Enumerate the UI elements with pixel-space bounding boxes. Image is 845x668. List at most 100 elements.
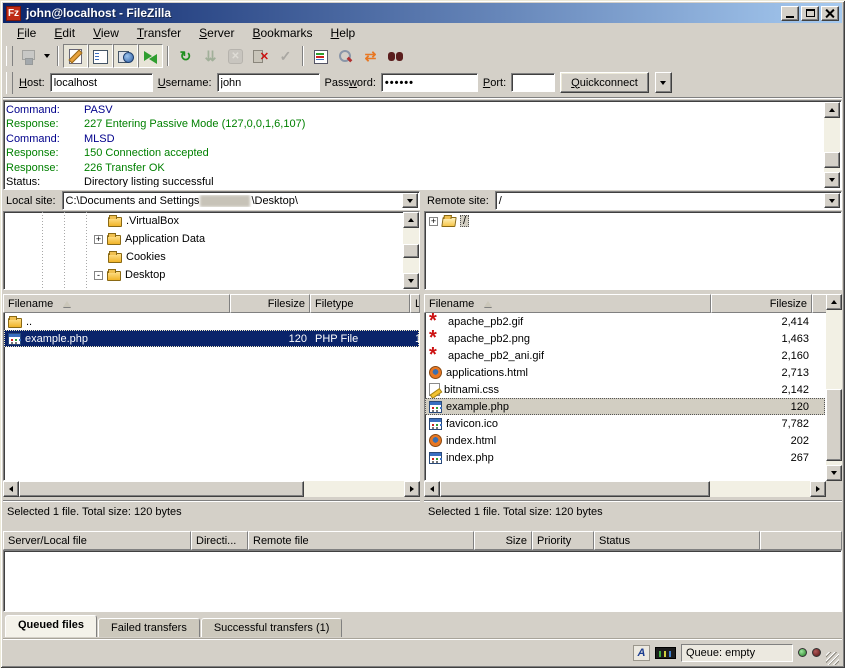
quickconnect-grip[interactable] [6, 72, 13, 94]
toolbar-grip[interactable] [6, 46, 13, 66]
scroll-up-button[interactable] [403, 212, 419, 228]
scrollbar-thumb[interactable] [19, 481, 304, 497]
toggle-remote-tree-button[interactable] [113, 44, 138, 68]
scrollbar-thumb[interactable] [440, 481, 710, 497]
minimize-button[interactable] [781, 6, 799, 21]
file-row[interactable]: index.php267 [425, 449, 825, 466]
column-header-size[interactable]: Size [474, 531, 532, 550]
disconnect-button[interactable] [248, 44, 273, 68]
column-header-remote-file[interactable]: Remote file [248, 531, 474, 550]
column-header-filesize[interactable]: Filesize [711, 294, 812, 313]
menu-help[interactable]: Help [322, 24, 365, 42]
menu-view[interactable]: View [84, 24, 128, 42]
scroll-up-button[interactable] [826, 294, 842, 310]
refresh-button[interactable]: ↻ [173, 44, 198, 68]
remote-file-list[interactable]: apache_pb2.gif2,414 apache_pb2.png1,463 … [424, 313, 826, 481]
scroll-right-button[interactable] [810, 481, 826, 497]
process-queue-button[interactable]: ⇊ [198, 44, 223, 68]
collapse-icon[interactable]: - [94, 271, 103, 280]
site-manager-button[interactable] [16, 44, 41, 68]
maximize-button[interactable] [801, 6, 819, 21]
expand-icon[interactable]: + [429, 217, 438, 226]
column-header-direction[interactable]: Directi... [191, 531, 248, 550]
cancel-operation-button[interactable]: ✕ [223, 44, 248, 68]
file-row-example-php[interactable]: example.php120 [425, 398, 825, 415]
menu-transfer[interactable]: Transfer [128, 24, 190, 42]
site-manager-dropdown[interactable] [41, 44, 53, 68]
local-horizontal-scrollbar[interactable] [3, 481, 420, 497]
scroll-left-button[interactable] [3, 481, 19, 497]
close-button[interactable] [821, 6, 839, 21]
port-input[interactable] [511, 73, 555, 92]
file-row-example-php[interactable]: example.php 120 PHP File 1 [4, 330, 419, 347]
scroll-up-button[interactable] [824, 102, 840, 118]
remote-directory-tree[interactable]: + / [424, 211, 842, 290]
speed-limit-indicator-icon[interactable] [655, 647, 676, 659]
reconnect-button[interactable]: ✓ [273, 44, 298, 68]
tree-item-desktop[interactable]: -Desktop [4, 266, 419, 284]
column-header-filesize[interactable]: Filesize [230, 294, 310, 313]
local-site-combo[interactable]: C:\Documents and Settings\Desktop\ [62, 191, 420, 210]
file-search-button[interactable] [333, 44, 358, 68]
username-input[interactable] [217, 73, 320, 92]
toggle-local-tree-button[interactable] [88, 44, 113, 68]
tab-queued-files[interactable]: Queued files [5, 615, 97, 637]
log-scrollbar[interactable] [824, 102, 840, 188]
file-row-parent-dir[interactable]: .. [4, 313, 419, 330]
menu-edit[interactable]: Edit [45, 24, 84, 42]
scroll-down-button[interactable] [824, 172, 840, 188]
column-header-last-modified[interactable]: L [410, 294, 420, 313]
column-header-filename[interactable]: Filename [424, 294, 711, 313]
quickconnect-button[interactable]: Quickconnect [560, 72, 649, 93]
expand-icon[interactable]: + [94, 235, 103, 244]
local-directory-tree[interactable]: .VirtualBox +Application Data Cookies -D… [3, 211, 420, 290]
remote-site-combo[interactable]: / [495, 191, 842, 210]
file-row[interactable]: favicon.ico7,782 [425, 415, 825, 432]
column-header-status[interactable]: Status [594, 531, 760, 550]
queue-list[interactable] [3, 550, 842, 612]
menu-server[interactable]: Server [190, 24, 243, 42]
tab-failed-transfers[interactable]: Failed transfers [98, 618, 200, 637]
filter-button[interactable] [308, 44, 333, 68]
scrollbar-thumb[interactable] [824, 152, 840, 168]
tree-item-root[interactable]: + / [425, 212, 841, 230]
password-input[interactable] [381, 73, 478, 92]
directory-comparison-button[interactable]: ⇄ [358, 44, 383, 68]
local-tree-scrollbar[interactable] [403, 212, 419, 289]
menu-file[interactable]: File [8, 24, 45, 42]
remote-list-scrollbar[interactable] [826, 294, 842, 481]
scroll-right-button[interactable] [404, 481, 420, 497]
scroll-left-button[interactable] [424, 481, 440, 497]
toggle-message-log-button[interactable] [63, 44, 88, 68]
scrollbar-thumb[interactable] [826, 389, 842, 461]
tree-item-virtualbox[interactable]: .VirtualBox [4, 212, 419, 230]
titlebar[interactable]: Fz john@localhost - FileZilla [3, 3, 842, 23]
column-header-server-local-file[interactable]: Server/Local file [3, 531, 191, 550]
scroll-down-button[interactable] [826, 465, 842, 481]
file-row[interactable]: bitnami.css2,142 [425, 381, 825, 398]
resize-grip[interactable] [826, 652, 839, 665]
scrollbar-thumb[interactable] [403, 244, 419, 258]
tree-item-application-data[interactable]: +Application Data [4, 230, 419, 248]
local-file-list[interactable]: .. example.php 120 PHP File 1 [3, 313, 420, 481]
synchronized-browsing-button[interactable] [383, 44, 408, 68]
host-input[interactable] [50, 73, 153, 92]
column-header-priority[interactable]: Priority [532, 531, 594, 550]
file-row[interactable]: apache_pb2.gif2,414 [425, 313, 825, 330]
toggle-queue-button[interactable] [138, 44, 163, 68]
local-site-dropdown[interactable] [402, 193, 418, 208]
transfer-type-indicator-icon[interactable] [633, 645, 650, 661]
column-header-filename[interactable]: Filename [3, 294, 230, 313]
tab-successful-transfers[interactable]: Successful transfers (1) [201, 618, 343, 637]
file-row[interactable]: apache_pb2_ani.gif2,160 [425, 347, 825, 364]
scroll-down-button[interactable] [403, 273, 419, 289]
quickconnect-dropdown[interactable] [655, 72, 672, 93]
file-row[interactable]: apache_pb2.png1,463 [425, 330, 825, 347]
tree-item-cookies[interactable]: Cookies [4, 248, 419, 266]
file-row[interactable]: applications.html2,713 [425, 364, 825, 381]
file-row[interactable]: index.html202 [425, 432, 825, 449]
column-header-filetype[interactable]: Filetype [310, 294, 410, 313]
menu-bookmarks[interactable]: Bookmarks [243, 24, 321, 42]
remote-site-dropdown[interactable] [824, 193, 840, 208]
remote-horizontal-scrollbar[interactable] [424, 481, 826, 497]
